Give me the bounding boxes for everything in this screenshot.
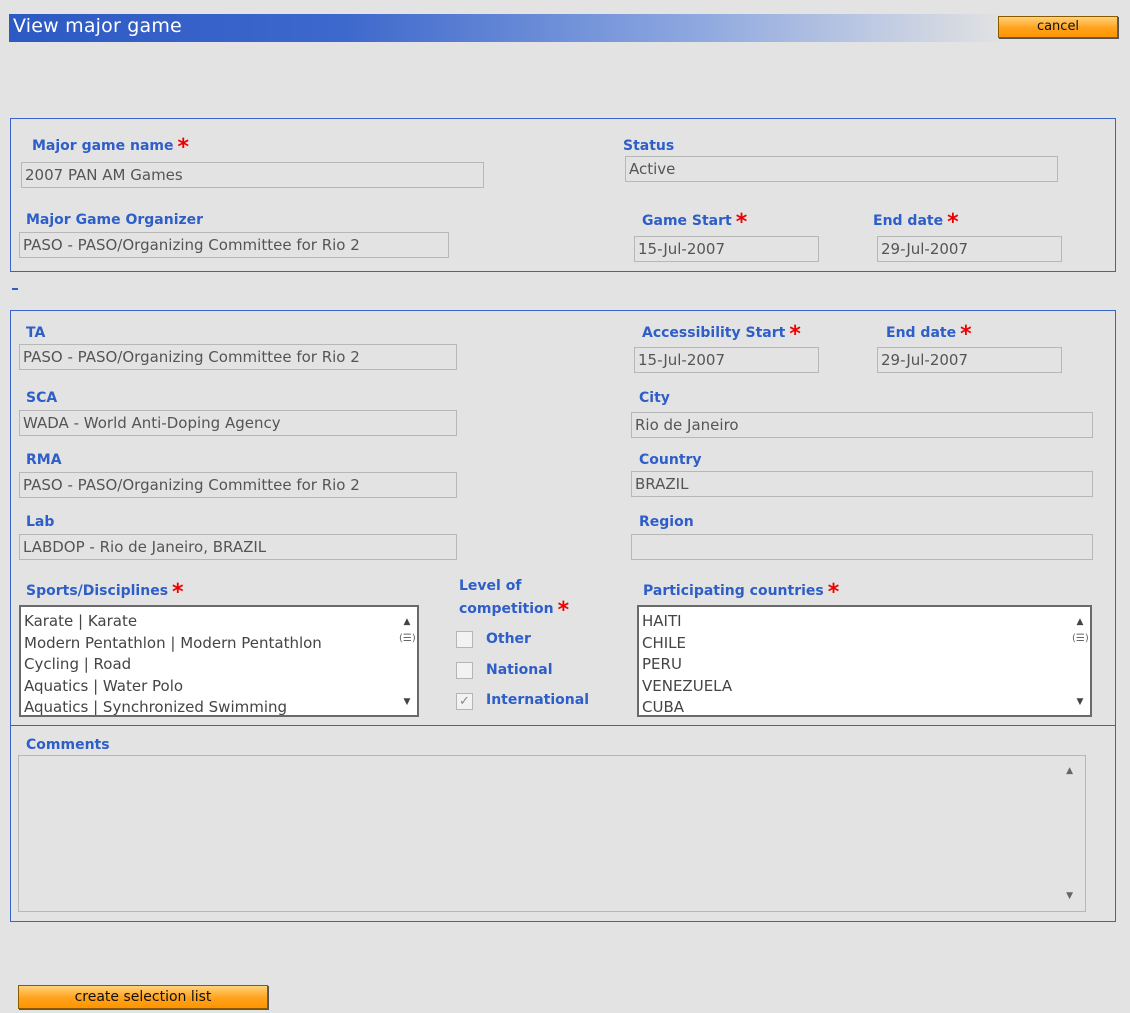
scroll-up-icon[interactable]: ▲ (1066, 766, 1073, 776)
list-item[interactable]: Aquatics | Water Polo (24, 676, 397, 698)
game-start-field[interactable]: 15-Jul-2007 (634, 236, 819, 262)
national-checkbox[interactable] (456, 662, 473, 679)
level-label: competition * (459, 598, 570, 623)
rma-field[interactable]: PASO - PASO/Organizing Committee for Rio… (19, 472, 457, 498)
scroll-down-icon[interactable]: ▼ (1066, 891, 1073, 901)
ta-field[interactable]: PASO - PASO/Organizing Committee for Rio… (19, 344, 457, 370)
region-field[interactable] (631, 534, 1093, 560)
scroll-thumb-icon[interactable]: (☰) (399, 633, 416, 644)
list-item[interactable]: Karate | Karate (24, 611, 397, 633)
create-selection-list-button[interactable]: create selection list (18, 985, 268, 1009)
sca-field[interactable]: WADA - World Anti-Doping Agency (19, 410, 457, 436)
list-item[interactable]: CHILE (642, 633, 1070, 655)
scroll-down-icon[interactable]: ▼ (399, 697, 415, 707)
required-marker: * (557, 598, 570, 623)
required-marker: * (177, 135, 190, 160)
national-label: National (486, 662, 553, 678)
cancel-button[interactable]: cancel (998, 16, 1118, 38)
ta-label: TA (26, 325, 46, 341)
required-marker: * (827, 580, 840, 605)
major-game-name-label: Major game name * (32, 135, 190, 160)
required-marker: * (172, 580, 184, 605)
title-bar: View major game (9, 14, 1120, 42)
list-item[interactable]: VENEZUELA (642, 676, 1070, 698)
level-label-line1: Level of (459, 578, 522, 594)
accessibility-end-field[interactable]: 29-Jul-2007 (877, 347, 1062, 373)
country-label: Country (639, 452, 702, 468)
other-label: Other (486, 631, 531, 647)
city-field[interactable]: Rio de Janeiro (631, 412, 1093, 438)
list-item[interactable]: Aquatics | Synchronized Swimming (24, 697, 397, 715)
required-marker: * (789, 322, 801, 347)
sports-listbox[interactable]: Karate | Karate Modern Pentathlon | Mode… (19, 605, 419, 717)
rma-label: RMA (26, 452, 62, 468)
scroll-thumb-icon[interactable]: (☰) (1072, 633, 1089, 644)
comments-label: Comments (26, 737, 110, 753)
game-end-label: End date * (873, 210, 959, 235)
scrollbar[interactable]: ▲ (☰) ▼ (1072, 609, 1089, 713)
status-field[interactable]: Active (625, 156, 1058, 182)
other-checkbox[interactable] (456, 631, 473, 648)
scroll-up-icon[interactable]: ▲ (1072, 617, 1088, 627)
list-item[interactable]: PERU (642, 654, 1070, 676)
scroll-up-icon[interactable]: ▲ (399, 617, 415, 627)
comments-textarea[interactable]: ▲ ▼ (18, 755, 1086, 912)
game-start-label: Game Start * (642, 210, 748, 235)
sca-label: SCA (26, 390, 58, 406)
participating-countries-listbox[interactable]: HAITI CHILE PERU VENEZUELA CUBA ▲ (☰) ▼ (637, 605, 1092, 717)
major-game-name-field[interactable]: 2007 PAN AM Games (21, 162, 484, 188)
organizer-field[interactable]: PASO - PASO/Organizing Committee for Rio… (19, 232, 449, 258)
list-item[interactable]: Cycling | Road (24, 654, 397, 676)
lab-label: Lab (26, 514, 55, 530)
international-checkbox[interactable]: ✓ (456, 693, 473, 710)
sports-label: Sports/Disciplines * (26, 580, 184, 605)
city-label: City (639, 390, 670, 406)
participating-countries-label: Participating countries * (643, 580, 840, 605)
list-item[interactable]: Modern Pentathlon | Modern Pentathlon (24, 633, 397, 655)
lab-field[interactable]: LABDOP - Rio de Janeiro, BRAZIL (19, 534, 457, 560)
checkmark-icon: ✓ (459, 694, 470, 709)
international-label: International (486, 692, 590, 708)
country-field[interactable]: BRAZIL (631, 471, 1093, 497)
game-end-field[interactable]: 29-Jul-2007 (877, 236, 1062, 262)
accessibility-start-label: Accessibility Start * (642, 322, 801, 347)
accessibility-start-field[interactable]: 15-Jul-2007 (634, 347, 819, 373)
required-marker: * (947, 210, 959, 235)
scroll-down-icon[interactable]: ▼ (1072, 697, 1088, 707)
collapse-toggle[interactable] (12, 288, 18, 290)
list-item[interactable]: CUBA (642, 697, 1070, 715)
required-marker: * (960, 322, 972, 347)
organizer-label: Major Game Organizer (26, 212, 204, 228)
page-title: View major game (13, 15, 182, 37)
region-label: Region (639, 514, 694, 530)
accessibility-end-label: End date * (886, 322, 972, 347)
status-label: Status (623, 138, 675, 154)
required-marker: * (735, 210, 748, 235)
scrollbar[interactable]: ▲ (☰) ▼ (399, 609, 416, 713)
list-item[interactable]: HAITI (642, 611, 1070, 633)
